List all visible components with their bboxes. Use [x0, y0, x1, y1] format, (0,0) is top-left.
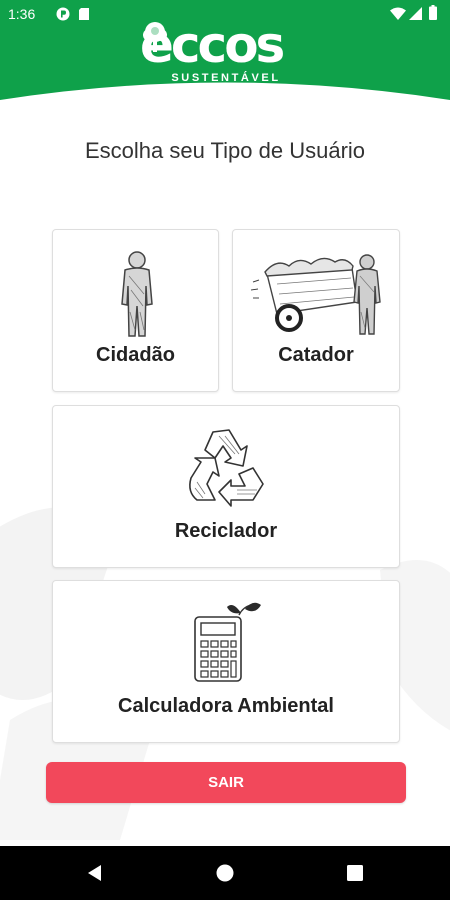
- option-label: Reciclador: [174, 520, 278, 542]
- calculator-leaf-icon: [194, 602, 261, 682]
- battery-icon: [429, 5, 437, 20]
- option-calculadora-ambiental[interactable]: Calculadora Ambiental: [52, 580, 400, 743]
- signal-icon: [409, 7, 422, 20]
- home-icon[interactable]: [215, 863, 235, 883]
- system-navigation-bar: [0, 846, 450, 900]
- wifi-icon: [390, 7, 406, 20]
- person-icon: [121, 251, 153, 337]
- exit-button[interactable]: SAIR: [46, 762, 406, 803]
- option-label: Cidadão: [96, 344, 175, 366]
- sd-card-icon: [79, 8, 89, 20]
- back-icon[interactable]: [85, 863, 105, 883]
- cart-collector-icon: [250, 254, 381, 335]
- logo-subtitle: SUSTENTÁVEL: [171, 72, 281, 84]
- eccos-logo: eccos SUSTENTÁVEL: [140, 20, 312, 88]
- recents-icon[interactable]: [345, 863, 365, 883]
- option-cidadao[interactable]: Cidadão: [52, 229, 219, 392]
- option-reciclador[interactable]: Reciclador: [52, 405, 400, 568]
- option-catador[interactable]: Catador: [232, 229, 400, 392]
- option-label: Calculadora Ambiental: [118, 695, 334, 717]
- option-label: Catador: [278, 344, 354, 366]
- app-notification-icon: [56, 7, 70, 21]
- app-header: 1:36 eccos SUSTENTÁVEL: [0, 0, 450, 112]
- page-title: Escolha seu Tipo de Usuário: [84, 138, 366, 163]
- recycle-icon: [189, 429, 264, 507]
- tree-icon: [143, 22, 167, 52]
- status-time: 1:36: [8, 6, 36, 22]
